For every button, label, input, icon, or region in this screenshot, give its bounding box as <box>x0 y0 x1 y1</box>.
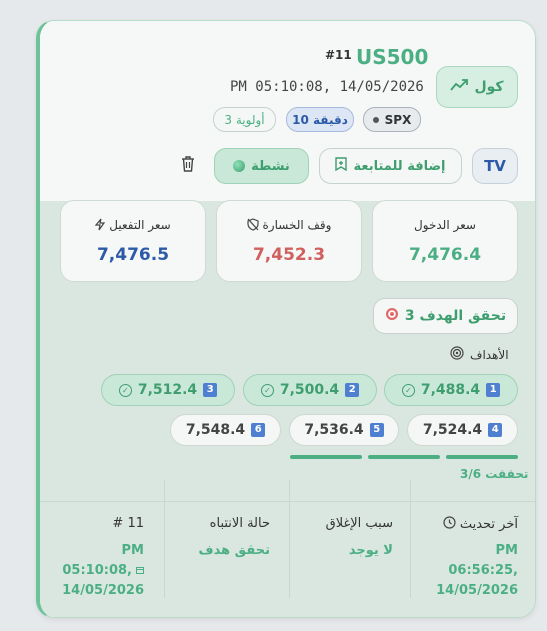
delete-button[interactable] <box>178 156 198 176</box>
target-number: 4 <box>488 423 503 437</box>
target-number: 6 <box>251 423 266 437</box>
status-toggle[interactable]: نشطة <box>214 148 309 184</box>
footer-signal-id: # 11 PM 05:10:08, 14/05/2026 <box>40 480 144 598</box>
status-label: نشطة <box>251 158 290 174</box>
lightning-icon <box>94 218 106 234</box>
stop-loss-value: 7,452.3 <box>252 245 326 265</box>
alert-state-value: تحقق هدف <box>198 543 270 558</box>
target-chip-1: ✓ 7,488.4 1 <box>384 374 518 406</box>
target-dart-icon <box>385 307 399 325</box>
check-circle-icon: ✓ <box>401 383 415 397</box>
dot-icon <box>372 116 379 123</box>
symbol-title: US500 <box>356 45 429 69</box>
target-value: 7,512.4 <box>137 382 198 398</box>
progress-text: 3/6 تحققت <box>460 467 529 481</box>
trigger-price-box: سعر التفعيل 7,476.5 <box>60 200 206 282</box>
target-number: 3 <box>203 383 218 397</box>
entry-price-value: 7,476.4 <box>408 245 482 265</box>
shield-off-icon <box>246 218 259 234</box>
stop-loss-box: وقف الخسارة 7,452.3 <box>216 200 362 282</box>
targets-header: الأهداف <box>450 346 509 363</box>
target-chip-5: 7,536.4 5 <box>289 414 399 446</box>
priority-tag: أولوية 3 <box>213 107 276 132</box>
progress-segment-3 <box>290 455 362 459</box>
progress-segment-1 <box>446 455 518 459</box>
footer-id-time-2: 05:10:08, <box>62 563 132 578</box>
signal-datetime: PM 05:10:08, 14/05/2026 <box>230 79 424 95</box>
target-chip-2: ✓ 7,500.4 2 <box>243 374 377 406</box>
last-update-date: 14/05/2026 <box>436 583 518 598</box>
footer-id-label: # 11 <box>112 516 144 531</box>
last-update-time-2: 06:56:25, <box>448 563 518 578</box>
progress-segment-2 <box>368 455 440 459</box>
trigger-price-label: سعر التفعيل <box>109 218 171 232</box>
priority-tag-label: أولوية 3 <box>224 112 265 127</box>
target-hit-badge: تحقق الهدف 3 <box>373 298 518 334</box>
clock-icon <box>443 516 456 533</box>
entry-price-label: سعر الدخول <box>414 218 476 232</box>
target-value: 7,500.4 <box>279 382 340 398</box>
index-tag-label: SPX <box>384 112 412 127</box>
add-watchlist-label: إضافة للمتابعة <box>353 158 446 174</box>
entry-price-box: سعر الدخول 7,476.4 <box>372 200 518 282</box>
target-number: 1 <box>486 383 501 397</box>
target-rings-icon <box>450 346 464 363</box>
trash-icon <box>181 156 195 176</box>
target-value: 7,524.4 <box>422 422 483 438</box>
direction-label: كول <box>474 79 504 95</box>
bookmark-plus-icon <box>335 157 348 175</box>
trigger-price-value: 7,476.5 <box>96 245 170 265</box>
direction-badge: كول <box>436 66 518 108</box>
footer-alert-state: حالة الانتباه تحقق هدف <box>164 480 270 598</box>
stop-loss-label: وقف الخسارة <box>262 218 332 232</box>
check-circle-icon: ✓ <box>260 383 274 397</box>
target-value: 7,536.4 <box>304 422 364 438</box>
target-number: 2 <box>345 383 360 397</box>
footer-close-reason: سبب الإغلاق لا يوجد <box>289 480 393 598</box>
last-update-label: آخر تحديث <box>459 517 518 532</box>
timeframe-tag: 10 دقيقة <box>286 107 354 132</box>
add-watchlist-button[interactable]: إضافة للمتابعة <box>319 148 462 184</box>
target-value: 7,488.4 <box>420 382 481 398</box>
tv-button-label: TV <box>484 157 506 175</box>
target-chip-3: ✓ 7,512.4 3 <box>101 374 235 406</box>
close-reason-label: سبب الإغلاق <box>325 516 393 531</box>
last-update-time: PM <box>495 543 518 558</box>
targets-title: الأهداف <box>470 347 509 362</box>
index-tag: SPX <box>363 107 421 132</box>
status-dot-icon <box>233 160 246 172</box>
target-value: 7,548.4 <box>185 422 246 438</box>
footer-id-time: PM <box>121 543 144 558</box>
target-hit-label: تحقق الهدف 3 <box>404 308 507 324</box>
target-chip-6: 7,548.4 6 <box>170 414 281 446</box>
target-number: 5 <box>369 423 384 437</box>
check-circle-icon: ✓ <box>118 383 132 397</box>
signal-id: #11 <box>325 48 352 62</box>
trend-up-icon <box>450 79 469 95</box>
tv-button[interactable]: TV <box>472 148 518 184</box>
calendar-icon <box>136 561 144 581</box>
timeframe-tag-label: 10 دقيقة <box>292 112 348 127</box>
footer-last-update: آخر تحديث PM 06:56:25, 14/05/2026 <box>410 480 518 598</box>
footer-id-date: 14/05/2026 <box>62 583 144 598</box>
target-chip-4: 7,524.4 4 <box>407 414 518 446</box>
close-reason-value: لا يوجد <box>348 543 393 558</box>
alert-state-label: حالة الانتباه <box>209 516 270 531</box>
